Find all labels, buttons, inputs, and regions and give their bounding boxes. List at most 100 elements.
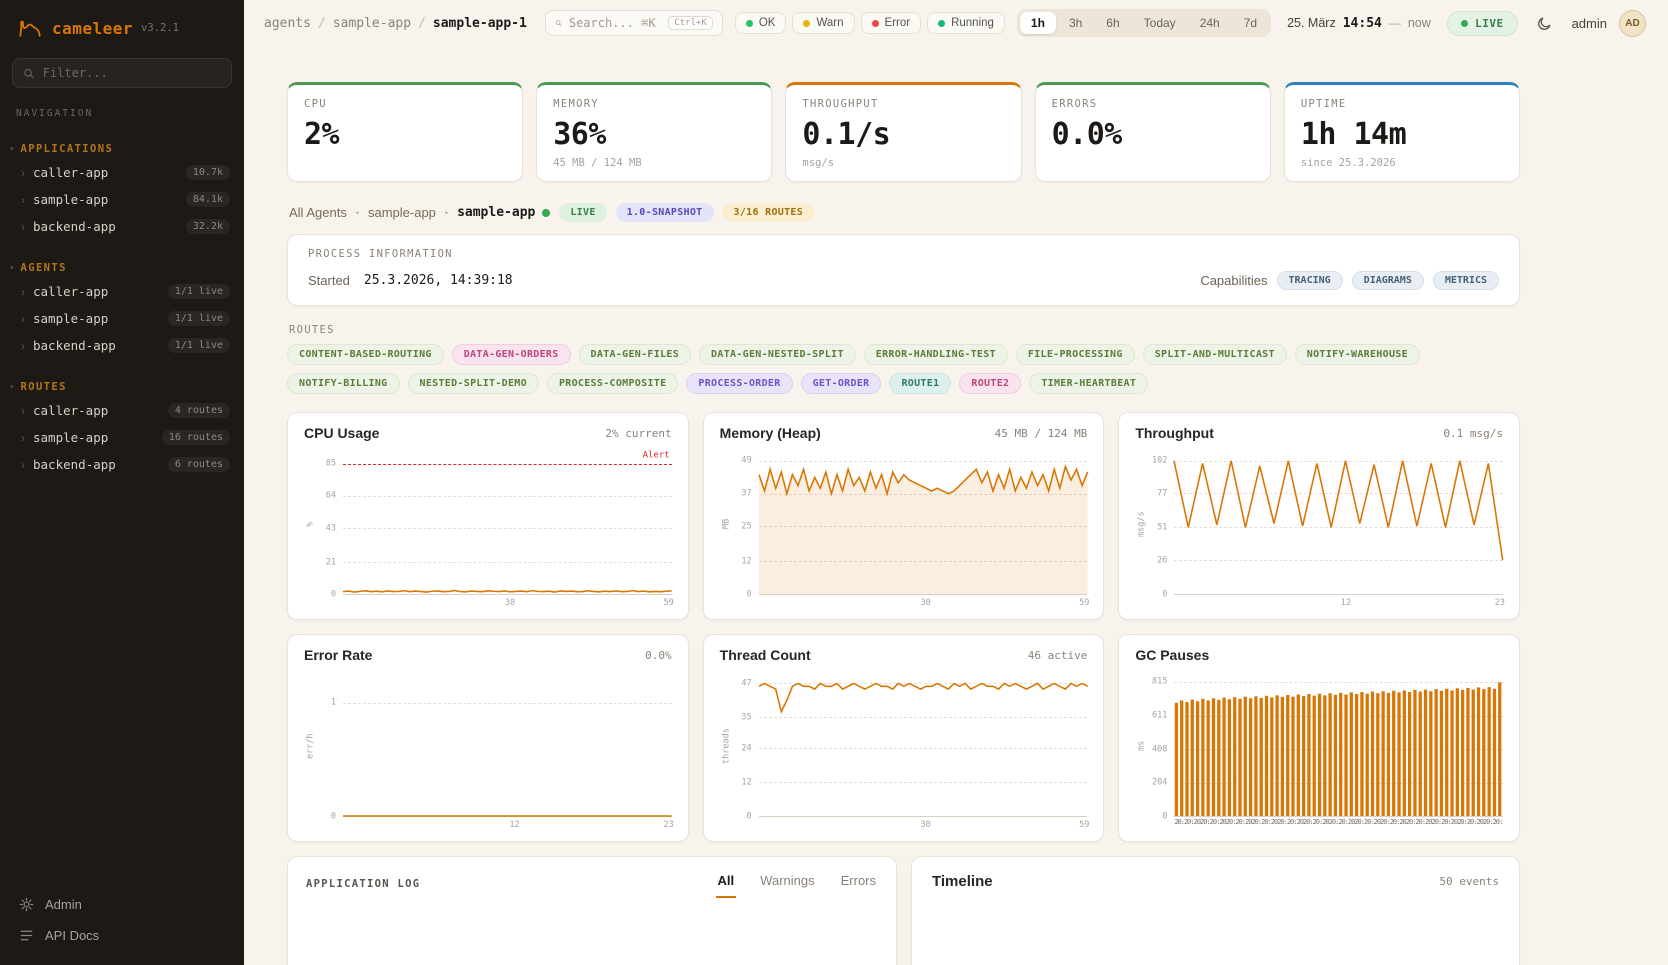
sidebar-filter[interactable] [12, 58, 232, 88]
chart-current-value: 0.0% [645, 649, 672, 662]
chevron-right-icon: › [21, 431, 25, 445]
sidebar-item-agents-backend-app[interactable]: ›backend-app1/1 live [0, 332, 244, 359]
route-badge-notify-billing[interactable]: NOTIFY-BILLING [287, 373, 400, 394]
stat-sub: msg/s [802, 157, 1004, 169]
route-badge-file-processing[interactable]: FILE-PROCESSING [1016, 344, 1135, 365]
live-toggle[interactable]: LIVE [1447, 11, 1518, 36]
status-filter-error[interactable]: Error [861, 12, 922, 34]
time-range-24h[interactable]: 24h [1189, 12, 1231, 34]
sidebar-footer-admin[interactable]: Admin [8, 889, 236, 920]
x-tick-label: 30 [505, 598, 515, 608]
sidebar-item-agents-sample-app[interactable]: ›sample-app1/1 live [0, 305, 244, 332]
stat-value: 1h 14m [1301, 117, 1503, 152]
sidebar-footer-api-docs[interactable]: API Docs [8, 920, 236, 951]
route-badge-route2[interactable]: ROUTE2 [959, 373, 1021, 394]
breadcrumb-agents[interactable]: agents [264, 16, 311, 31]
log-tab-warnings[interactable]: Warnings [758, 873, 816, 898]
y-tick-label: 815 [1152, 677, 1167, 687]
chart-title: Memory (Heap) [720, 425, 821, 441]
route-badge-data-gen-nested-split[interactable]: DATA-GEN-NESTED-SPLIT [699, 344, 856, 365]
sidebar-item-agents-caller-app[interactable]: ›caller-app1/1 live [0, 278, 244, 305]
filter-input[interactable] [43, 66, 221, 80]
route-badge-data-gen-orders[interactable]: DATA-GEN-ORDERS [452, 344, 571, 365]
status-filter-ok[interactable]: OK [735, 12, 787, 34]
x-tick-label: 23 [1495, 598, 1505, 608]
sidebar-item-routes-sample-app[interactable]: ›sample-app16 routes [0, 424, 244, 451]
dark-mode-toggle[interactable] [1530, 8, 1560, 38]
sidebar-item-routes-caller-app[interactable]: ›caller-app4 routes [0, 397, 244, 424]
sidebar-section-title: ROUTES [21, 381, 67, 393]
route-badge-nested-split-demo[interactable]: NESTED-SPLIT-DEMO [408, 373, 539, 394]
stat-label: UPTIME [1301, 98, 1503, 110]
x-tick-label: 23 [663, 820, 673, 830]
agent-crumb-sample-app-current[interactable]: sample-app [457, 205, 535, 220]
breadcrumb-sample-app-1[interactable]: sample-app-1 [433, 16, 527, 31]
route-badge-error-handling-test[interactable]: ERROR-HANDLING-TEST [864, 344, 1008, 365]
y-tick-label: 35 [741, 712, 751, 722]
y-tick-label: 85 [326, 458, 336, 468]
route-badge-process-order[interactable]: PROCESS-ORDER [686, 373, 792, 394]
chevron-right-icon: › [21, 166, 25, 180]
stat-label: ERRORS [1052, 98, 1254, 110]
content: CPU2%MEMORY36%45 MB / 124 MBTHROUGHPUT0.… [244, 46, 1668, 965]
log-tab-errors[interactable]: Errors [839, 873, 878, 898]
y-tick-label: 0 [1162, 812, 1167, 822]
application-log-title: APPLICATION LOG [306, 878, 420, 898]
sidebar-section-header-applications[interactable]: ▾APPLICATIONS [0, 139, 244, 159]
y-tick-label: 47 [741, 678, 751, 688]
agent-crumb-sample-app[interactable]: sample-app [368, 205, 436, 220]
chevron-right-icon: › [21, 193, 25, 207]
route-badge-notify-warehouse[interactable]: NOTIFY-WAREHOUSE [1295, 344, 1420, 365]
time-range-1h[interactable]: 1h [1020, 12, 1056, 34]
sidebar-section-header-routes[interactable]: ▾ROUTES [0, 377, 244, 397]
avatar[interactable]: AD [1619, 10, 1646, 37]
route-badge-route1[interactable]: ROUTE1 [889, 373, 951, 394]
y-tick-label: 1 [331, 698, 336, 708]
sidebar-item-applications-backend-app[interactable]: ›backend-app32.2k [0, 213, 244, 240]
chart-series-throughput [1174, 453, 1503, 594]
status-filter-warn[interactable]: Warn [792, 12, 854, 34]
route-badges: CONTENT-BASED-ROUTING DATA-GEN-ORDERS DATA… [287, 344, 1520, 394]
chevron-right-icon: › [21, 339, 25, 353]
process-information-title: PROCESS INFORMATION [308, 248, 1499, 260]
y-tick-label: 0 [747, 812, 752, 822]
time-range-7d[interactable]: 7d [1233, 12, 1268, 34]
route-badge-process-composite[interactable]: PROCESS-COMPOSITE [547, 373, 678, 394]
breadcrumb: agents/sample-app/sample-app-1 [264, 16, 527, 31]
route-badge-timer-heartbeat[interactable]: TIMER-HEARTBEAT [1029, 373, 1148, 394]
chevron-right-icon: › [21, 220, 25, 234]
route-badge-data-gen-files[interactable]: DATA-GEN-FILES [579, 344, 692, 365]
breadcrumb-sample-app[interactable]: sample-app [333, 16, 411, 31]
agent-crumb-all-agents[interactable]: All Agents [289, 205, 347, 220]
y-tick-label: 102 [1152, 455, 1167, 465]
caret-down-icon: ▾ [10, 264, 14, 272]
x-tick-label: 59 [1079, 820, 1089, 830]
capabilities-label: Capabilities [1200, 273, 1267, 288]
route-badge-split-and-multicast[interactable]: SPLIT-AND-MULTICAST [1143, 344, 1287, 365]
chart-card-gc-pauses: GC Pausesms020440861181520:20:2020:20:20… [1118, 634, 1520, 842]
time-range-today[interactable]: Today [1133, 12, 1187, 34]
chart-title: Thread Count [720, 647, 811, 663]
range-end: now [1408, 16, 1431, 30]
chart-plot-cpu-usage: Alert3059 [343, 453, 672, 595]
sidebar-item-applications-caller-app[interactable]: ›caller-app10.7k [0, 159, 244, 186]
status-filter-running[interactable]: Running [927, 12, 1005, 34]
sidebar-item-label: backend-app [33, 457, 116, 472]
global-search[interactable]: Ctrl+K [545, 10, 723, 36]
sidebar-item-badge: 1/1 live [168, 338, 230, 353]
chart-y-axis-label: msg/s [1135, 453, 1148, 595]
time-range-6h[interactable]: 6h [1095, 12, 1130, 34]
chart-title: Error Rate [304, 647, 372, 663]
route-badge-content-based-routing[interactable]: CONTENT-BASED-ROUTING [287, 344, 444, 365]
sidebar-section-header-agents[interactable]: ▾AGENTS [0, 258, 244, 278]
log-tab-all[interactable]: All [716, 873, 737, 898]
sidebar-item-routes-backend-app[interactable]: ›backend-app6 routes [0, 451, 244, 478]
route-badge-get-order[interactable]: GET-ORDER [801, 373, 882, 394]
chevron-right-icon: › [21, 458, 25, 472]
sidebar-item-label: caller-app [33, 284, 108, 299]
search-input[interactable] [569, 16, 661, 30]
search-icon [23, 67, 35, 80]
sidebar-item-badge: 1/1 live [168, 284, 230, 299]
time-range-3h[interactable]: 3h [1058, 12, 1093, 34]
sidebar-item-applications-sample-app[interactable]: ›sample-app84.1k [0, 186, 244, 213]
